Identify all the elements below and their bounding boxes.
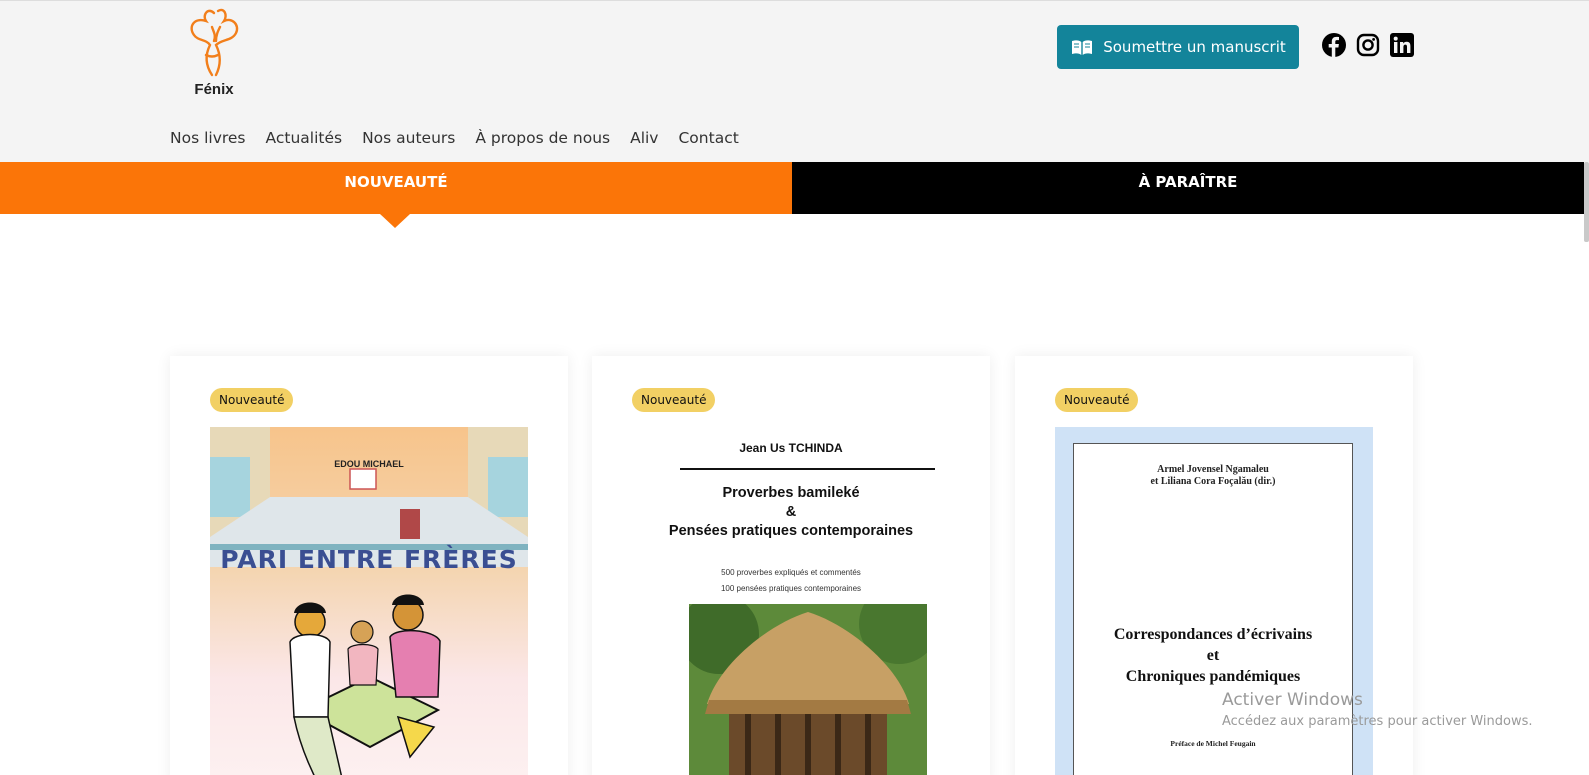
social-links — [1322, 33, 1414, 57]
tab-nouveaute-label: NOUVEAUTÉ — [344, 173, 448, 191]
open-book-icon — [1072, 40, 1093, 55]
logo-text: Fénix — [194, 81, 234, 98]
cover-title: Correspondances d’écrivains et Chronique… — [1074, 624, 1352, 687]
active-tab-pointer — [380, 214, 410, 228]
cover-title-line-1: Correspondances d’écrivains — [1113, 626, 1313, 643]
nav-item-actualites[interactable]: Actualités — [266, 129, 343, 147]
tab-a-paraitre-label: À PARAÎTRE — [1138, 173, 1238, 191]
book-cover[interactable]: Jean Us TCHINDA Proverbes bamileké & Pen… — [632, 427, 950, 775]
book-tabs: NOUVEAUTÉ À PARAÎTRE — [0, 162, 1584, 214]
cover-title-line-2: & — [785, 504, 797, 520]
cover-author: EDOU MICHAEL — [334, 459, 404, 469]
linkedin-icon[interactable] — [1390, 33, 1414, 57]
phoenix-logo-icon — [190, 8, 239, 77]
instagram-icon[interactable] — [1356, 33, 1380, 57]
cover-title-line-3: Chroniques pandémiques — [1125, 668, 1301, 685]
gym-scene-illustration — [210, 427, 528, 775]
book-card[interactable]: Nouveauté EDOU MICHAEL PARI ENTRE FRÈRES — [170, 356, 568, 775]
book-card[interactable]: Nouveauté Jean Us TCHINDA Proverbes bami… — [592, 356, 990, 775]
status-badge: Nouveauté — [632, 388, 716, 412]
page-scrollbar[interactable] — [1584, 162, 1589, 242]
tab-a-paraitre[interactable]: À PARAÎTRE — [792, 162, 1584, 214]
nav-item-a-propos[interactable]: À propos de nous — [475, 129, 610, 147]
site-logo[interactable]: Fénix — [184, 5, 244, 100]
windows-activation-watermark: Activer Windows Accédez aux paramètres p… — [1222, 690, 1533, 729]
tab-nouveaute[interactable]: NOUVEAUTÉ — [0, 162, 792, 214]
submit-manuscript-label: Soumettre un manuscrit — [1103, 38, 1286, 56]
status-badge: Nouveauté — [210, 388, 294, 412]
nav-item-aliv[interactable]: Aliv — [630, 129, 658, 147]
cover-title: Proverbes bamileké & Pensées pratiques c… — [632, 484, 950, 541]
main-nav: Nos livres Actualités Nos auteurs À prop… — [170, 129, 739, 147]
nav-item-contact[interactable]: Contact — [678, 129, 738, 147]
site-header: Fénix Nos livres Actualités Nos auteurs … — [0, 0, 1589, 162]
cover-title-line-1: Proverbes bamileké — [722, 485, 860, 501]
cover-subtitle: 500 proverbes expliqués et commentés 100… — [632, 565, 950, 597]
cover-preface: Préface de Michel Feugain — [1170, 739, 1256, 748]
cover-photo — [679, 584, 939, 775]
cover-subtitle-line-1: 500 proverbes expliqués et commentés — [721, 568, 861, 577]
book-cover[interactable]: EDOU MICHAEL PARI ENTRE FRÈRES — [210, 427, 528, 775]
cover-title: PARI ENTRE FRÈRES — [220, 545, 518, 574]
watermark-subtitle: Accédez aux paramètres pour activer Wind… — [1222, 714, 1533, 729]
cover-author: Jean Us TCHINDA — [739, 441, 843, 455]
nav-item-nos-livres[interactable]: Nos livres — [170, 129, 246, 147]
cover-title-line-3: Pensées pratiques contemporaines — [668, 523, 914, 539]
thatched-hut-illustration — [679, 584, 939, 775]
cover-title-line-2: et — [1206, 647, 1220, 664]
facebook-icon[interactable] — [1322, 33, 1346, 57]
status-badge: Nouveauté — [1055, 388, 1139, 412]
submit-manuscript-button[interactable]: Soumettre un manuscrit — [1057, 25, 1299, 69]
watermark-title: Activer Windows — [1222, 690, 1363, 710]
cover-authors: Armel Jovensel Ngamaleu et Liliana Cora … — [1074, 464, 1352, 488]
nav-item-nos-auteurs[interactable]: Nos auteurs — [362, 129, 455, 147]
cover-author-2: et Liliana Cora Foçalău (dir.) — [1150, 476, 1276, 487]
cover-author-1: Armel Jovensel Ngamaleu — [1157, 464, 1269, 475]
cover-subtitle-line-2: 100 pensées pratiques contemporaines — [720, 584, 862, 593]
cover-divider — [680, 468, 935, 470]
